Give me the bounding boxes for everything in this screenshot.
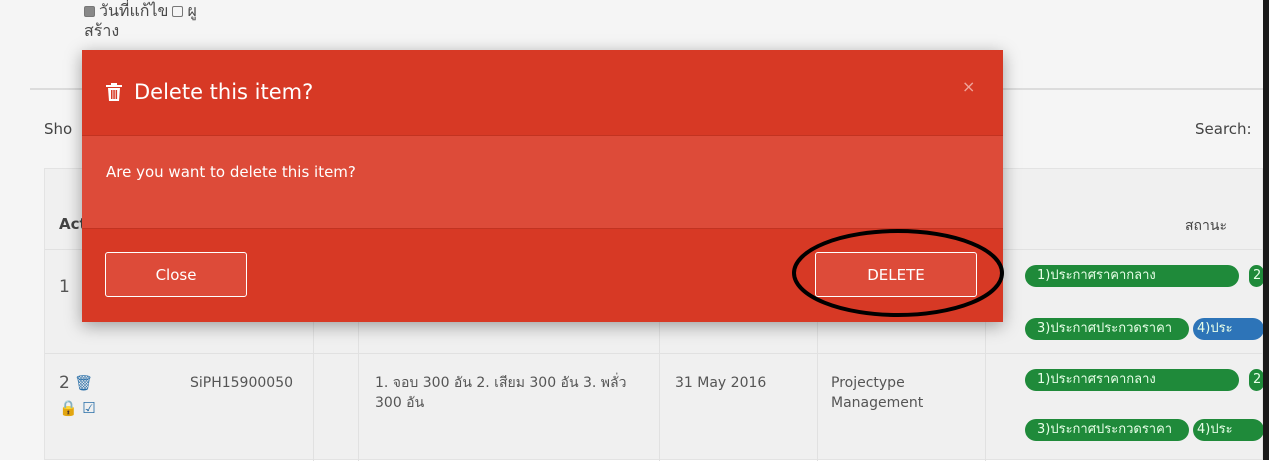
filter-label-creator-cont: สร้าง [84,21,120,40]
table-row: 2 🗑 🔒 ☑ [59,373,96,419]
filter-label-creator: ผู [187,1,197,20]
show-entries-label: Sho [44,120,73,138]
close-button[interactable]: Close [105,252,247,297]
delete-modal: Delete this item? × Are you want to dele… [82,50,1004,322]
item-code: SiPH15900050 [190,375,294,391]
row-number: 1 [59,277,70,297]
modal-header: Delete this item? × [82,50,1003,136]
checkbox-edit-date[interactable] [84,5,95,17]
close-icon[interactable]: × [962,77,975,96]
status-pill: 1)ประกาศราคากลาง [1025,265,1239,287]
lock-icon[interactable]: 🔒 [59,398,78,418]
modal-footer: Close DELETE [82,228,1003,322]
search-label: Search: [1195,120,1252,138]
status-pill: 3)ประกาศประกวดราคา [1025,419,1189,441]
modal-title-text: Delete this item? [134,80,314,104]
checkbox-creator[interactable] [172,5,184,17]
filter-label-edit-date: วันที่แก้ไข [99,1,169,20]
status-pill: 2 [1249,265,1264,287]
item-date: 31 May 2016 [675,375,767,391]
modal-title: Delete this item? [106,80,313,104]
status-pill: 2 [1249,369,1264,391]
edit-icon[interactable]: ☑ [82,398,95,418]
status-pill: 3)ประกาศประกวดราคา [1025,318,1189,340]
trash-icon[interactable]: 🗑 [74,373,93,393]
window-edge [1263,0,1269,460]
modal-body: Are you want to delete this item? [82,136,1003,228]
item-description: 1. จอบ 300 อัน 2. เสียม 300 อัน 3. พลั่ว… [375,375,627,411]
item-type: Projectype Management [831,375,924,411]
status-pill: 4)ประ [1193,419,1264,441]
modal-message: Are you want to delete this item? [106,163,356,181]
table-row-divider [45,353,1264,354]
table-row: 1 [59,277,70,298]
trash-icon [106,83,122,101]
status-pill: 4)ประ [1193,318,1264,340]
delete-button[interactable]: DELETE [815,252,977,297]
status-pill: 1)ประกาศราคากลาง [1025,369,1239,391]
header-status: สถานะ [1185,218,1227,234]
row-number: 2 [59,373,70,393]
column-filter: วันที่แก้ไข ผู สร้าง [84,0,197,41]
